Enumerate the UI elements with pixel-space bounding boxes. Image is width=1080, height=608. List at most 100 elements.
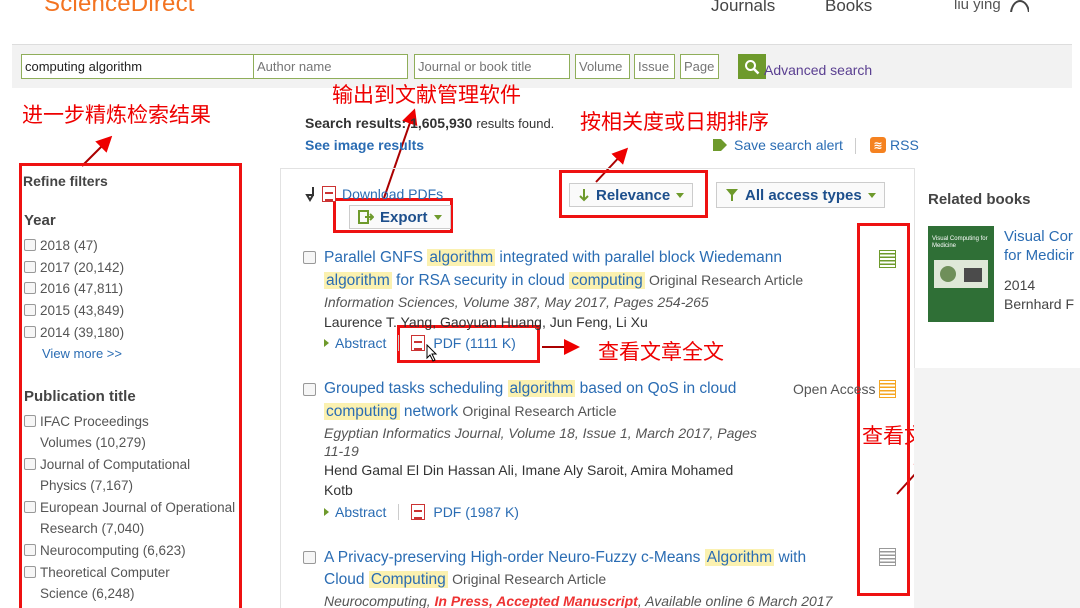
result-authors: Hend Gamal El Din Hassan Ali, Imane Aly … <box>324 462 734 478</box>
access-status-icon <box>879 250 896 268</box>
triangle-right-icon <box>324 508 329 516</box>
result-checkbox[interactable] <box>303 251 316 264</box>
checkbox[interactable] <box>24 304 36 316</box>
nav-books[interactable]: Books <box>825 0 872 16</box>
export-button[interactable]: Export <box>349 205 451 229</box>
user-name: liu ying <box>954 0 1001 13</box>
checkbox[interactable] <box>24 415 36 427</box>
chevron-down-icon <box>433 214 442 220</box>
result-title-link-cont[interactable]: Cloud Computing Original Research Articl… <box>324 571 606 589</box>
chevron-down-icon <box>867 192 876 198</box>
advanced-search-link[interactable]: Advanced search <box>764 62 872 78</box>
result-title-link-cont[interactable]: computing network Original Research Arti… <box>324 403 616 421</box>
save-alert-link[interactable]: Save search alert <box>712 137 843 153</box>
sort-relevance-dropdown[interactable]: Relevance <box>569 183 694 207</box>
result-journal: Information Sciences, Volume 387, May 20… <box>324 294 709 310</box>
result-links: Abstract PDF (1111 K) <box>324 335 516 351</box>
nav-journals[interactable]: Journals <box>711 0 775 16</box>
triangle-right-icon <box>324 339 329 347</box>
book-year: 2014 <box>1004 277 1036 293</box>
checkbox[interactable] <box>24 261 36 273</box>
open-access-label: Open Access <box>793 381 876 397</box>
result-journal: Egyptian Informatics Journal, Volume 18,… <box>324 425 757 441</box>
results-count: Search results: 1,605,930 results found. <box>305 115 555 131</box>
year-filter-item[interactable]: 2018 (47) <box>24 235 238 256</box>
checkbox[interactable] <box>24 282 36 294</box>
download-pdfs-link[interactable]: Download PDFs <box>304 185 443 203</box>
publication-filter-item[interactable]: European Journal of Operational Research … <box>24 497 238 539</box>
view-more-link[interactable]: View more >> <box>42 346 122 361</box>
divider <box>398 335 400 351</box>
checkbox[interactable] <box>24 326 36 338</box>
result-links: Abstract PDF (1987 K) <box>324 504 519 520</box>
result-title-link[interactable]: Grouped tasks scheduling algorithm based… <box>324 380 736 398</box>
annotation-sort: 按相关度或日期排序 <box>580 110 769 134</box>
year-filter-item[interactable]: 2015 (43,849) <box>24 300 238 321</box>
pdf-icon <box>411 335 426 351</box>
access-status-icon <box>879 380 896 398</box>
related-books-heading: Related books <box>928 191 1031 208</box>
checkbox[interactable] <box>24 566 36 578</box>
search-bar <box>12 44 1072 88</box>
checkbox[interactable] <box>24 458 36 470</box>
rss-icon: ≋ <box>870 137 886 153</box>
export-icon <box>358 210 374 224</box>
rss-link[interactable]: ≋ RSS <box>870 137 919 153</box>
publication-heading: Publication title <box>24 388 136 405</box>
pdf-icon <box>322 186 336 202</box>
annotation-refine: 进一步精炼检索结果 <box>22 103 211 127</box>
volume-input[interactable] <box>575 54 630 79</box>
cursor-icon <box>426 344 438 362</box>
arrow-down-icon <box>579 189 589 202</box>
select-arrow-icon <box>305 187 314 202</box>
search-terms-input[interactable] <box>21 54 258 79</box>
pdf-icon <box>411 504 426 520</box>
issue-input[interactable] <box>634 54 675 79</box>
year-heading: Year <box>24 212 56 229</box>
pdf-link[interactable]: PDF (1111 K) <box>433 335 515 351</box>
access-type-dropdown[interactable]: All access types <box>716 182 885 208</box>
book-title-link[interactable]: Visual Cor for Medicir <box>1004 227 1074 265</box>
refine-sidebar: Refine filters Year 2018 (47) 2017 (20,1… <box>0 160 240 608</box>
result-journal-cont: 11-19 <box>324 443 359 459</box>
result-title-link[interactable]: Parallel GNFS algorithm integrated with … <box>324 249 782 267</box>
user-icon <box>1009 0 1029 12</box>
result-checkbox[interactable] <box>303 551 316 564</box>
filter-icon <box>726 189 738 201</box>
publication-filter-item[interactable]: IFAC Proceedings Volumes (10,279) <box>24 411 238 453</box>
checkbox[interactable] <box>24 501 36 513</box>
author-input[interactable] <box>253 54 408 79</box>
year-filter-item[interactable]: 2017 (20,142) <box>24 257 238 278</box>
page-input[interactable] <box>680 54 719 79</box>
year-filter-item[interactable]: 2014 (39,180) <box>24 322 238 343</box>
publication-filter-item[interactable]: Journal of Computational Physics (7,167) <box>24 454 238 496</box>
result-title-link[interactable]: A Privacy-preserving High-order Neuro-Fu… <box>324 549 806 567</box>
sciencedirect-logo[interactable]: ScienceDirect <box>44 0 195 18</box>
journal-input[interactable] <box>414 54 570 79</box>
search-button[interactable] <box>738 54 766 79</box>
result-checkbox[interactable] <box>303 383 316 396</box>
user-menu[interactable]: liu ying <box>954 0 1029 13</box>
book-cover-image[interactable]: Visual Computing for Medicine <box>928 226 994 322</box>
right-panel-bg <box>914 368 1080 608</box>
result-authors-cont: Kotb <box>324 482 353 498</box>
divider <box>855 138 856 154</box>
chevron-down-icon <box>676 192 685 198</box>
image-results-link[interactable]: See image results <box>305 137 424 153</box>
publication-filter-item[interactable]: Theoretical Computer Science (6,248) <box>24 562 238 604</box>
checkbox[interactable] <box>24 239 36 251</box>
access-status-icon <box>879 548 896 566</box>
annotation-export: 输出到文献管理软件 <box>332 83 521 107</box>
book-author: Bernhard F <box>1004 296 1075 312</box>
result-title-link-cont[interactable]: algorithm for RSA security in cloud comp… <box>324 272 803 290</box>
pdf-link[interactable]: PDF (1987 K) <box>433 504 519 520</box>
year-filter-item[interactable]: 2016 (47,811) <box>24 278 238 299</box>
checkbox[interactable] <box>24 544 36 556</box>
publication-filter-item[interactable]: Neurocomputing (6,623) <box>24 540 238 561</box>
result-authors: Laurence T. Yang, Gaoyuan Huang, Jun Fen… <box>324 314 648 330</box>
divider <box>398 504 400 520</box>
abstract-link[interactable]: Abstract <box>335 504 386 520</box>
abstract-link[interactable]: Abstract <box>335 335 386 351</box>
bell-tag-icon <box>713 139 727 151</box>
search-icon <box>745 59 760 74</box>
